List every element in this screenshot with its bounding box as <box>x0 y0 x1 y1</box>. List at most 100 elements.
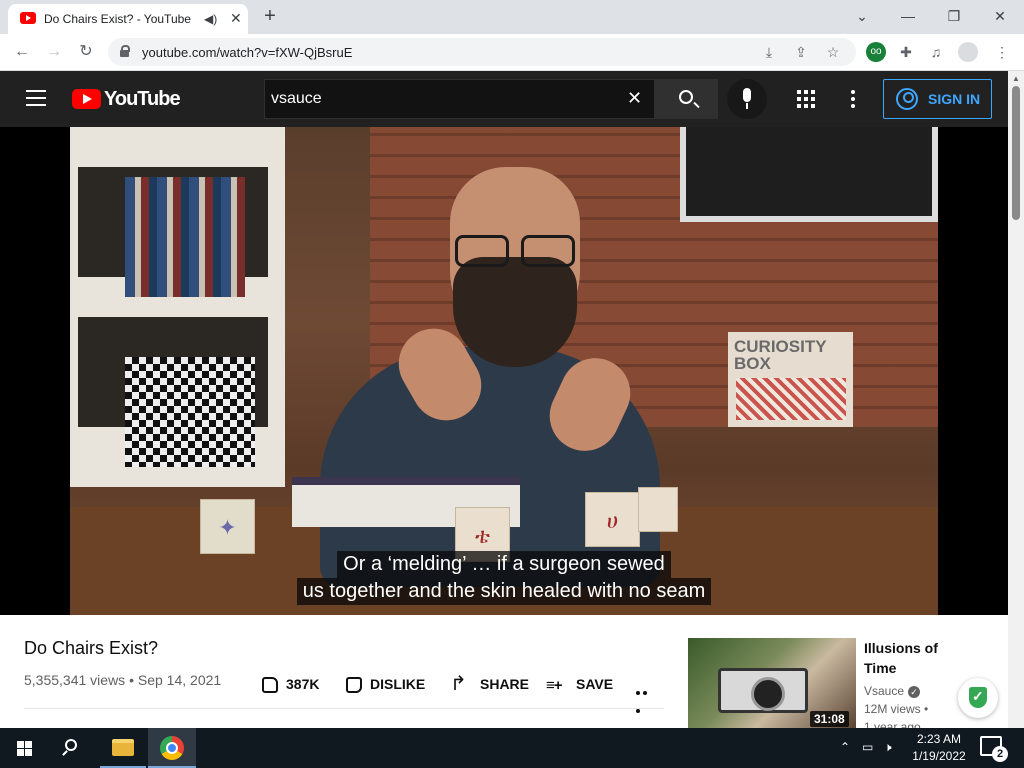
new-tab-button[interactable]: + <box>258 4 282 28</box>
extension-shield-icon[interactable]: oo <box>866 42 886 62</box>
video-title: Do Chairs Exist? <box>24 638 159 658</box>
voice-search-button[interactable] <box>727 79 767 119</box>
tab-close-icon[interactable]: ✕ <box>230 10 242 27</box>
tray-overflow-chevron-icon[interactable]: ⌃ <box>840 740 850 754</box>
camera-thumbnail-image <box>718 668 808 713</box>
clock-time: 2:23 AM <box>916 732 962 746</box>
meta-separator: • <box>129 672 138 688</box>
sign-in-button[interactable]: SIGN IN <box>883 79 992 119</box>
network-icon[interactable]: ▭ <box>862 740 873 754</box>
search-input[interactable] <box>271 88 611 110</box>
save-button[interactable]: SAVE <box>546 672 614 698</box>
like-button[interactable]: 387K <box>262 672 319 696</box>
forward-button[interactable]: → <box>42 40 66 64</box>
browser-tab[interactable]: Do Chairs Exist? - YouTube ◀) ✕ <box>8 4 248 34</box>
video-frame[interactable]: CURIOSITY BOX ✦ ቴ ሀ <box>70 127 938 615</box>
clock-date: 1/19/2022 <box>912 749 966 763</box>
video-meta: 5,355,341 views • Sep 14, 2021 <box>24 672 221 688</box>
security-shield-icon[interactable] <box>958 678 998 718</box>
browser-toolbar: ← → ↻ youtube.com/watch?v=fXW-QjBsruE ⤓ … <box>0 34 1024 71</box>
action-center-button[interactable]: 2 <box>980 736 1008 762</box>
share-arrow-icon <box>450 672 472 696</box>
reload-button[interactable]: ↻ <box>74 40 98 64</box>
browser-menu-icon[interactable]: ⋮ <box>992 42 1012 62</box>
scrollbar-thumb[interactable] <box>1012 86 1020 220</box>
minimize-button[interactable]: — <box>888 4 928 28</box>
taskbar-search-button[interactable] <box>48 728 96 768</box>
youtube-play-logo-icon <box>72 89 101 109</box>
address-bar[interactable]: youtube.com/watch?v=fXW-QjBsruE ⤓ ⇪ ☆ <box>108 38 856 66</box>
recommended-video-views: 12M views • <box>864 702 929 716</box>
dislike-label: DISLIKE <box>370 676 426 692</box>
start-button[interactable] <box>0 728 48 768</box>
media-control-icon[interactable]: ♫ <box>926 42 946 62</box>
like-count: 387K <box>286 676 320 692</box>
file-explorer-button[interactable] <box>100 728 146 768</box>
search-icon <box>679 90 693 104</box>
profile-avatar-icon[interactable] <box>958 42 978 62</box>
windows-logo-icon <box>17 741 32 756</box>
notification-count: 2 <box>992 746 1008 762</box>
search-button[interactable] <box>655 79 718 119</box>
youtube-favicon-icon <box>20 12 36 24</box>
folder-icon <box>112 739 134 756</box>
volume-muted-icon[interactable]: 🕨 <box>884 740 892 755</box>
presenter-glasses <box>455 235 575 267</box>
restore-button[interactable]: ❐ <box>934 4 974 28</box>
search-box[interactable]: ✕ <box>264 79 655 119</box>
back-button[interactable]: ← <box>10 40 34 64</box>
youtube-masthead: YouTube ✕ SIGN IN <box>0 71 1008 127</box>
recommended-video-duration: 31:08 <box>810 711 849 727</box>
settings-more-icon[interactable] <box>851 90 857 108</box>
sign-in-label: SIGN IN <box>928 91 981 107</box>
browser-tab-strip: Do Chairs Exist? - YouTube ◀) ✕ + ⌄ — ❐ … <box>0 0 1024 34</box>
shelf-books <box>125 177 245 297</box>
window-close-button[interactable]: ✕ <box>980 4 1020 28</box>
lock-icon[interactable] <box>120 45 130 57</box>
tab-title: Do Chairs Exist? - YouTube <box>44 12 191 26</box>
checkered-box <box>125 357 255 467</box>
url-text[interactable]: youtube.com/watch?v=fXW-QjBsruE <box>142 45 352 60</box>
recommended-video-channel[interactable]: Vsauce ✓ <box>864 684 921 698</box>
curiosity-box-label: CURIOSITY BOX <box>734 337 827 373</box>
verified-check-icon: ✓ <box>908 685 921 698</box>
microphone-icon <box>743 88 751 102</box>
chrome-taskbar-button[interactable] <box>148 728 196 768</box>
save-label: SAVE <box>576 676 614 692</box>
install-app-icon[interactable]: ⤓ <box>760 43 778 61</box>
youtube-apps-grid-icon[interactable] <box>797 90 815 108</box>
chrome-logo-icon <box>160 736 184 760</box>
toy-block: ✦ <box>200 499 255 554</box>
curiosity-box: CURIOSITY BOX <box>728 332 853 427</box>
caption-line-1: Or a ‘melding’ … if a surgeon sewed <box>337 551 671 578</box>
scroll-up-arrow-icon[interactable]: ▲ <box>1012 74 1020 83</box>
tab-search-chevron-icon[interactable]: ⌄ <box>842 4 882 28</box>
publish-date: Sep 14, 2021 <box>137 672 222 688</box>
clear-search-icon[interactable]: ✕ <box>627 88 642 109</box>
share-page-icon[interactable]: ⇪ <box>792 43 810 61</box>
thumb-down-icon <box>346 677 362 694</box>
share-button[interactable]: SHARE <box>450 672 529 696</box>
playlist-add-icon <box>546 674 568 698</box>
more-actions-icon[interactable] <box>636 682 654 713</box>
share-label: SHARE <box>480 676 530 692</box>
bookmark-star-icon[interactable]: ☆ <box>824 43 842 61</box>
system-clock[interactable]: 2:23 AM 1/19/2022 <box>906 731 972 765</box>
caption-line-2: us together and the skin healed with no … <box>296 578 712 605</box>
channel-name: Vsauce <box>864 684 905 698</box>
wall-picture-frame <box>680 127 938 222</box>
guide-menu-icon[interactable] <box>26 90 46 106</box>
extensions-puzzle-icon[interactable]: ✚ <box>896 42 916 62</box>
view-count: 5,355,341 views <box>24 672 126 688</box>
tab-audio-icon[interactable]: ◀) <box>204 12 217 26</box>
toy-block: ሀ <box>585 492 640 547</box>
account-circle-icon <box>896 88 918 110</box>
search-icon <box>65 739 77 751</box>
video-player[interactable]: CURIOSITY BOX ✦ ቴ ሀ Or a ‘melding’ … if … <box>0 127 1008 615</box>
recommended-video-title[interactable]: Illusions of Time <box>864 638 974 678</box>
dislike-button[interactable]: DISLIKE <box>346 672 425 696</box>
thumb-up-icon <box>262 677 278 694</box>
info-divider <box>24 708 664 709</box>
video-captions: Or a ‘melding’ … if a surgeon sewed us t… <box>0 551 1008 605</box>
windows-taskbar: ⌃ ▭ 🕨 2:23 AM 1/19/2022 2 <box>0 728 1024 768</box>
